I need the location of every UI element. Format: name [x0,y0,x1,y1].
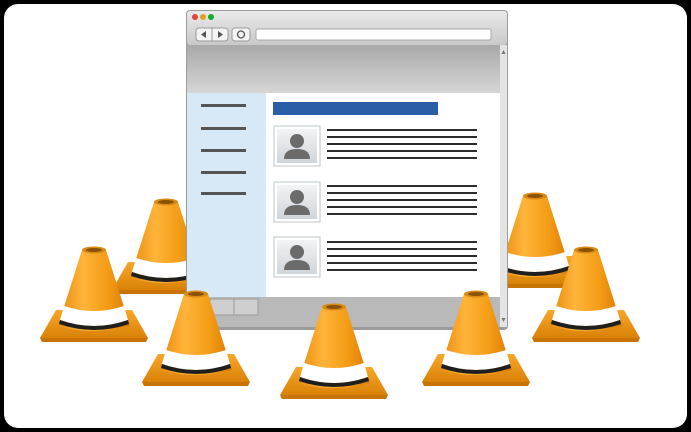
zoom-dot-icon[interactable] [208,14,214,20]
sidebar-item[interactable] [201,127,246,130]
scrollbar[interactable] [500,45,507,327]
illustration [0,0,691,432]
person-icon [273,181,321,223]
sidebar-item[interactable] [201,104,246,107]
scene [40,10,640,399]
address-bar[interactable] [255,28,492,41]
browser-window [186,10,508,330]
content-header-bar [273,102,438,115]
page-banner [187,45,500,93]
person-icon [273,236,321,278]
sidebar-item[interactable] [201,149,246,152]
sidebar-item[interactable] [201,171,246,174]
cone-front-far-left [40,246,148,342]
list-item [273,236,477,278]
sidebar-item[interactable] [201,192,246,195]
reload-button[interactable] [231,27,251,42]
person-icon [273,125,321,167]
close-dot-icon[interactable] [192,14,198,20]
minimize-dot-icon[interactable] [200,14,206,20]
